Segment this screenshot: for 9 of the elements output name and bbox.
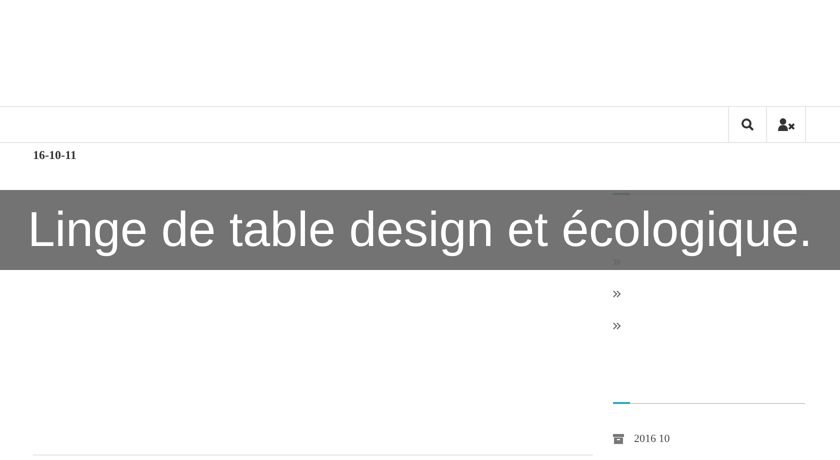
chevron-icon	[613, 322, 621, 330]
chevron-icon	[613, 290, 621, 298]
post-date: 16-10-11	[33, 148, 76, 163]
search-icon	[741, 118, 754, 131]
user-remove-icon	[778, 118, 794, 131]
archive-icon	[613, 434, 624, 444]
archive-link[interactable]: 2016 10	[634, 433, 670, 445]
page-title: Linge de table design et écologique.	[28, 202, 812, 258]
user-button[interactable]	[766, 107, 806, 142]
